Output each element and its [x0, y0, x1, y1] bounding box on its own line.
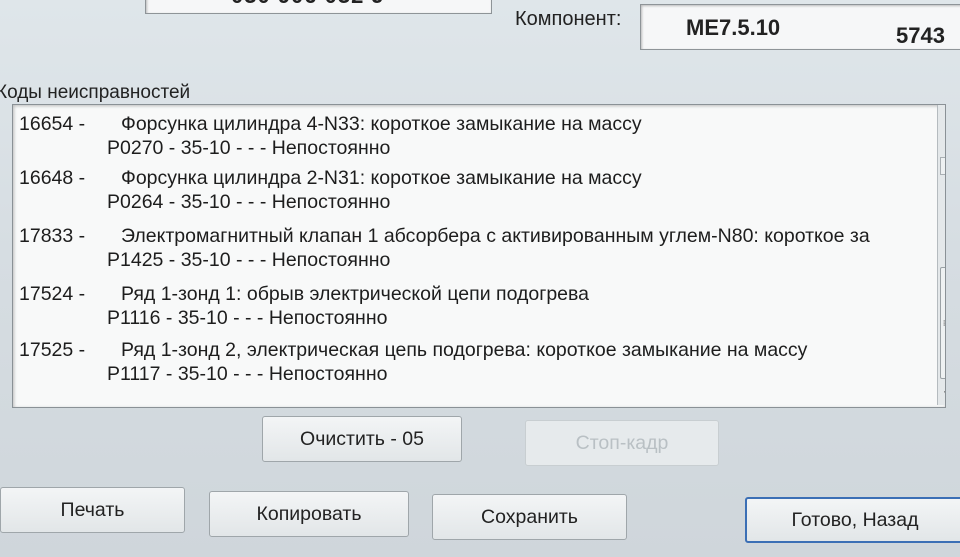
fault-code: 16654 - — [19, 113, 86, 135]
fault-detail: P1117 - 35-10 - - - Непостоянно — [107, 363, 388, 385]
fault-description: Ряд 1-зонд 2, электрическая цепь подогре… — [121, 339, 808, 361]
clear-codes-button[interactable]: Очистить - 05 — [262, 416, 462, 462]
fault-detail: P0270 - 35-10 - - - Непостоянно — [107, 137, 391, 159]
component-field: ME7.5.10 5743 — [640, 4, 960, 50]
fault-description: Ряд 1-зонд 1: обрыв электрической цепи п… — [121, 283, 589, 305]
component-name: ME7.5.10 — [686, 15, 781, 40]
fault-codes-label: Коды неисправностей — [0, 82, 191, 103]
save-button[interactable]: Сохранить — [432, 494, 627, 540]
freeze-frame-button[interactable]: Стоп-кадр — [525, 420, 719, 466]
fault-code: 17524 - — [19, 283, 86, 305]
fault-code: 17833 - — [19, 225, 86, 247]
component-number: 5743 — [896, 23, 945, 48]
fault-code: 16648 - — [19, 167, 86, 189]
copy-button[interactable]: Копировать — [209, 491, 409, 537]
fault-description: Электромагнитный клапан 1 абсорбера с ак… — [121, 225, 870, 247]
done-back-button[interactable]: Готово, Назад — [745, 497, 960, 543]
fault-detail: P0264 - 35-10 - - - Непостоянно — [107, 191, 391, 213]
scroll-thumb[interactable]: ≡ — [940, 267, 945, 379]
fault-description: Форсунка цилиндра 4-N33: короткое замыка… — [121, 113, 642, 135]
fault-code: 17525 - — [19, 339, 86, 361]
vertical-scrollbar[interactable]: ▲ ≡ ▼ — [937, 105, 945, 405]
fault-codes-list[interactable]: 16654 - Форсунка цилиндра 4-N33: коротко… — [12, 104, 946, 408]
scroll-up-arrow-icon[interactable]: ▲ — [940, 157, 945, 175]
fault-description: Форсунка цилиндра 2-N31: короткое замыка… — [121, 167, 642, 189]
part-number-value: 030 906 032 J — [231, 0, 385, 9]
fault-detail: P1116 - 35-10 - - - Непостоянно — [107, 307, 388, 329]
scroll-down-arrow-icon[interactable]: ▼ — [940, 387, 945, 403]
scroll-grip-icon: ≡ — [943, 316, 945, 330]
part-number-field: 030 906 032 J — [145, 0, 492, 14]
fault-detail: P1425 - 35-10 - - - Непостоянно — [107, 249, 391, 271]
print-button[interactable]: Печать — [0, 487, 185, 533]
component-label: Компонент: — [515, 8, 622, 30]
